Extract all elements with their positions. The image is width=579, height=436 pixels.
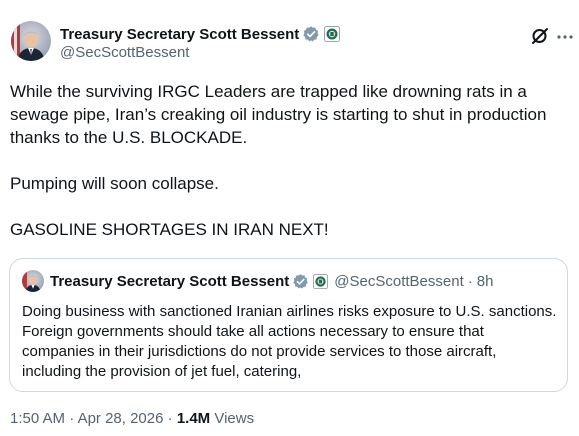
post-paragraph: GASOLINE SHORTAGES IN IRAN NEXT! (10, 220, 329, 239)
quoted-display-name: Treasury Secretary Scott Bessent (50, 273, 290, 290)
treasury-seal-icon (313, 274, 329, 289)
author-handle[interactable]: @SecScottBessent (60, 44, 189, 61)
post-body: While the surviving IRGC Leaders are tra… (10, 80, 570, 241)
post-paragraph: While the surviving IRGC Leaders are tra… (10, 82, 547, 147)
author-display-name[interactable]: Treasury Secretary Scott Bessent (60, 26, 299, 43)
avatar-portrait-icon (22, 270, 44, 292)
post-metadata: 1:50 AM · Apr 28, 2026 · 1.4M Views (10, 410, 254, 427)
post-paragraph: Pumping will soon collapse. (10, 174, 219, 193)
quoted-header: Treasury Secretary Scott Bessent @SecSco… (50, 272, 493, 291)
more-icon[interactable] (556, 28, 574, 46)
separator-dot: · (467, 273, 473, 290)
quoted-author-avatar (22, 270, 44, 292)
quoted-handle: @SecScottBessent (334, 273, 464, 290)
separator-dot: · (167, 410, 173, 427)
separator-dot: · (69, 410, 75, 427)
verified-checkmark-icon[interactable] (302, 25, 320, 43)
views-count[interactable]: 1.4M (177, 410, 210, 427)
post-date[interactable]: Apr 28, 2026 (78, 410, 164, 427)
author-avatar[interactable] (11, 21, 51, 61)
treasury-seal-icon[interactable] (324, 26, 341, 42)
quoted-post[interactable]: Treasury Secretary Scott Bessent @SecSco… (9, 258, 568, 392)
post-time[interactable]: 1:50 AM (10, 410, 65, 427)
verified-checkmark-icon (292, 273, 309, 290)
quoted-text: Doing business with sanctioned Iranian a… (22, 303, 557, 380)
post: Treasury Secretary Scott Bessent @SecSco… (0, 0, 579, 436)
grok-icon[interactable] (530, 26, 550, 46)
quoted-timestamp[interactable]: 8h (477, 273, 494, 290)
views-label: Views (214, 410, 255, 427)
author-name-row: Treasury Secretary Scott Bessent (60, 24, 341, 44)
avatar-portrait-icon (11, 21, 51, 61)
